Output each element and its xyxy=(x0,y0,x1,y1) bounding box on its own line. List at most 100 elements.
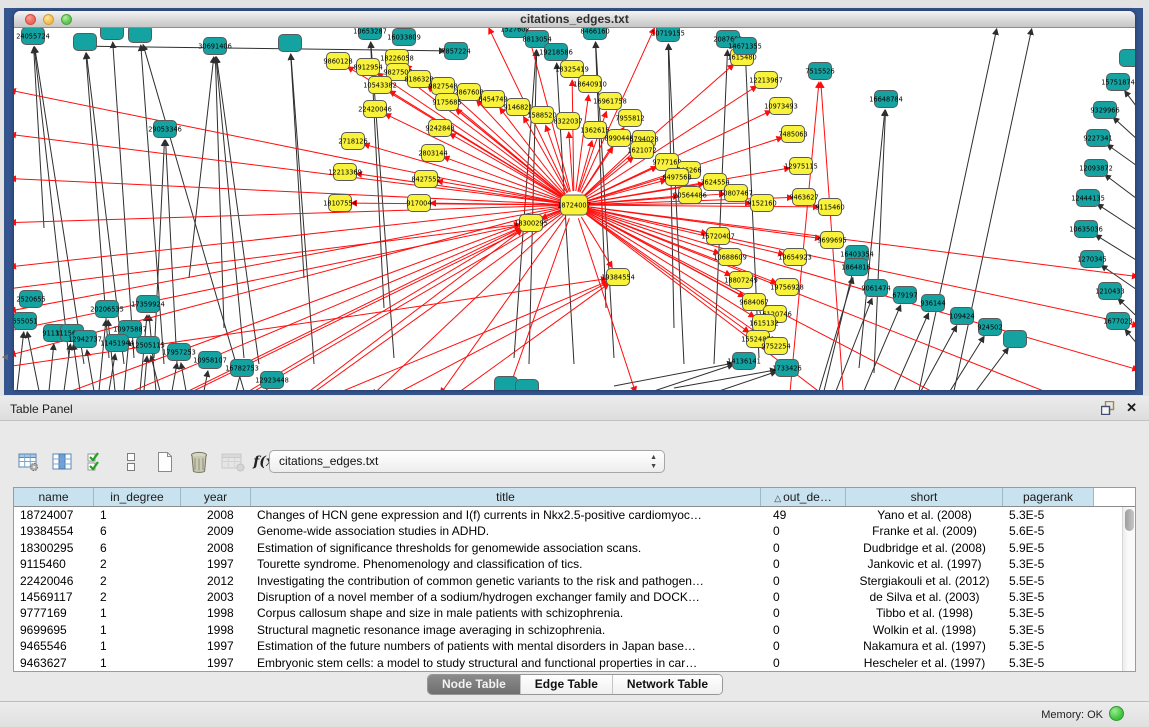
float-panel-icon[interactable] xyxy=(1101,401,1115,415)
cell-in-degree: 1 xyxy=(94,622,181,638)
delete-table-icon xyxy=(221,452,245,472)
cell-title: Changes of HCN gene expression and I(f) … xyxy=(251,507,761,523)
cell-pagerank: 5.3E-5 xyxy=(1003,589,1094,605)
cell-out-de-: 0 xyxy=(761,523,846,539)
graph-node-label: 10973493 xyxy=(764,102,798,110)
graph-node-label: 9752254 xyxy=(761,342,790,350)
cell-name: 18300295 xyxy=(14,540,94,556)
show-column-button[interactable] xyxy=(48,449,78,475)
table-row[interactable]: 2242004622012Investigating the contribut… xyxy=(14,573,1135,589)
cell-title: Genome-wide association studies in ADHD. xyxy=(251,523,761,539)
table-column-icon xyxy=(52,453,74,471)
cell-short: Tibbo et al. (1998) xyxy=(846,605,1003,621)
table-row[interactable]: 1872400712008Changes of HCN gene express… xyxy=(14,507,1135,523)
new-column-button[interactable] xyxy=(150,449,180,475)
tab-edge-table[interactable]: Edge Table xyxy=(521,675,613,694)
graph-node[interactable] xyxy=(279,35,302,52)
graph-node[interactable] xyxy=(101,28,124,40)
graph-node[interactable] xyxy=(516,380,539,391)
graph-node-label: 1210433 xyxy=(1095,287,1124,295)
cell-name: 14569117 xyxy=(14,589,94,605)
graph-edge xyxy=(314,281,608,390)
graph-node-label: 9115460 xyxy=(815,203,844,211)
window-titlebar[interactable]: citations_edges.txt xyxy=(14,11,1135,28)
vertical-scrollbar[interactable] xyxy=(1122,507,1135,671)
table-row[interactable]: 911546021997Tourette syndrome. Phenomeno… xyxy=(14,556,1135,572)
close-panel-icon[interactable]: ✕ xyxy=(1126,400,1137,416)
trash-icon xyxy=(189,451,209,473)
graph-node-label: 24055724 xyxy=(16,32,50,40)
tab-node-table[interactable]: Node Table xyxy=(428,675,521,694)
memory-indicator-dot[interactable] xyxy=(1109,706,1124,721)
network-canvas[interactable]: 9860128891295418226058982750810543382818… xyxy=(14,28,1135,390)
graph-edge xyxy=(14,207,560,267)
table-row[interactable]: 1456911722003Disruption of a novel membe… xyxy=(14,589,1135,605)
graph-node-label: 8912954 xyxy=(353,63,382,71)
graph-edge xyxy=(17,332,24,390)
graph-edge xyxy=(1113,117,1135,150)
graph-node-label: 12444135 xyxy=(1071,194,1105,202)
table-row[interactable]: 969969511998Structural magnetic resonanc… xyxy=(14,622,1135,638)
column-header-out-de-[interactable]: △out_de… xyxy=(761,488,846,506)
table-row[interactable]: 1938455462009Genome-wide association stu… xyxy=(14,523,1135,539)
graph-node-label: 18640910 xyxy=(573,80,607,88)
tab-network-table[interactable]: Network Table xyxy=(613,675,722,694)
delete-columns-button[interactable] xyxy=(184,449,214,475)
table-row[interactable]: 1830029562008Estimation of significance … xyxy=(14,540,1135,556)
cell-pagerank: 5.5E-5 xyxy=(1003,573,1094,589)
cell-name: 9777169 xyxy=(14,605,94,621)
column-header-in-degree[interactable]: in_degree xyxy=(94,488,181,506)
graph-node-label: 19384554 xyxy=(601,273,635,281)
row-height-button[interactable] xyxy=(116,449,146,475)
cell-short: Yano et al. (2008) xyxy=(846,507,1003,523)
graph-node-label: 10807467 xyxy=(719,189,753,197)
graph-edge xyxy=(14,225,520,333)
column-header-pagerank[interactable]: pagerank xyxy=(1003,488,1094,506)
graph-node[interactable] xyxy=(1120,50,1136,67)
graph-node[interactable] xyxy=(495,377,518,391)
cell-title: Disruption of a novel member of a sodium… xyxy=(251,589,761,605)
graph-node[interactable] xyxy=(1004,331,1027,348)
graph-edge xyxy=(229,229,522,390)
graph-node-label: 10543382 xyxy=(363,81,397,89)
cell-short: Hescheler et al. (1997) xyxy=(846,655,1003,671)
panel-collapse-arrow-icon[interactable]: ◄ xyxy=(0,352,10,363)
cell-out-de-: 0 xyxy=(761,638,846,654)
graph-node-label: 9146821 xyxy=(503,103,532,111)
cell-in-degree: 2 xyxy=(94,556,181,572)
graph-node-label: 12093872 xyxy=(1079,164,1113,172)
column-header-year[interactable]: year xyxy=(181,488,251,506)
table-row[interactable]: 946362711997Embryonic stem cells: a mode… xyxy=(14,655,1135,671)
table-selector-dropdown[interactable]: citations_edges.txt ▲▼ xyxy=(269,450,665,473)
graph-edge xyxy=(440,216,566,390)
select-columns-button[interactable] xyxy=(82,449,112,475)
graph-node-label: 8466160 xyxy=(580,28,609,35)
graph-edge xyxy=(859,110,885,368)
column-header-title[interactable]: title xyxy=(251,488,761,506)
graph-node-label: 14671355 xyxy=(728,42,762,50)
graph-node-label: 3624554 xyxy=(700,178,729,186)
graph-edge xyxy=(1107,144,1135,178)
scrollbar-thumb[interactable] xyxy=(1125,509,1134,531)
table-body: 1872400712008Changes of HCN gene express… xyxy=(14,507,1135,671)
graph-node-label: 9860128 xyxy=(323,57,352,65)
graph-node-label: 18300295 xyxy=(514,219,548,227)
column-header-short[interactable]: short xyxy=(846,488,1003,506)
graph-node[interactable] xyxy=(74,34,97,51)
graph-node-label: 9242848 xyxy=(425,124,454,132)
graph-node-label: 18724007 xyxy=(557,201,591,209)
graph-edge xyxy=(64,344,70,390)
table-mode-button[interactable] xyxy=(14,449,44,475)
delete-table-button[interactable] xyxy=(218,449,248,475)
graph-edge xyxy=(950,336,984,390)
graph-node-label: 17957253 xyxy=(162,348,196,356)
graph-node-label: 2803144 xyxy=(418,149,447,157)
graph-node[interactable] xyxy=(129,28,152,43)
table-row[interactable]: 977716911998Corpus callosum shape and si… xyxy=(14,605,1135,621)
table-row[interactable]: 946554611997Estimation of the future num… xyxy=(14,638,1135,654)
cell-out-de-: 0 xyxy=(761,573,846,589)
graph-node-label: 109424 xyxy=(949,312,974,320)
column-header-name[interactable]: name xyxy=(14,488,94,506)
graph-node-label: 7515526 xyxy=(805,67,834,75)
graph-edge xyxy=(894,313,929,390)
